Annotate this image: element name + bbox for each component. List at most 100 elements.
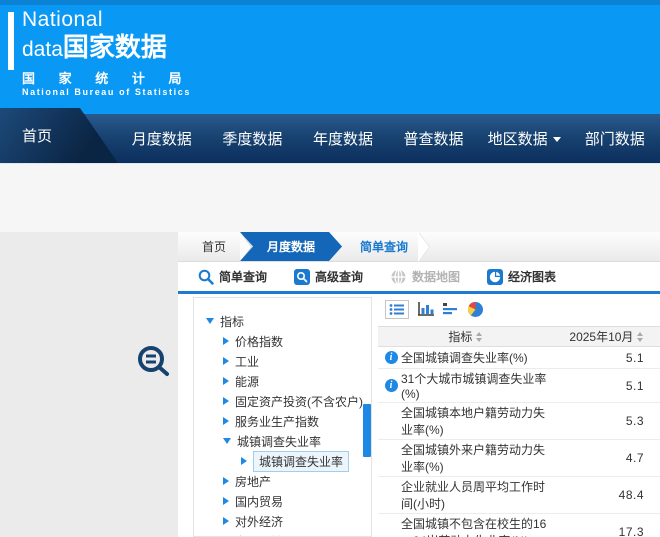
info-icon[interactable] xyxy=(385,379,398,392)
nav-item-annual[interactable]: 年度数据 xyxy=(298,108,389,163)
tool-label: 简单查询 xyxy=(219,268,267,285)
tree-item-label: 交通运输 xyxy=(235,533,283,537)
tree-item-foreign-economy[interactable]: 对外经济 xyxy=(194,511,371,531)
toolbar-underline xyxy=(178,291,660,294)
triangle-right-icon[interactable] xyxy=(223,517,229,525)
breadcrumb-simple-query[interactable]: 简单查询 xyxy=(360,232,408,261)
tree-item-label: 房地产 xyxy=(235,473,271,490)
logo-line-data: data国家数据 xyxy=(22,32,191,67)
triangle-right-icon[interactable] xyxy=(223,397,229,405)
page: National data国家数据 国 家 统 计 局 National Bur… xyxy=(0,0,660,537)
row-label: 全国城镇不包含在校生的16—24岁劳动力失业率(%) xyxy=(401,515,552,537)
tree-item-label: 工业 xyxy=(235,353,259,370)
triangle-right-icon[interactable] xyxy=(223,377,229,385)
sidebar-scrollbar-thumb[interactable] xyxy=(363,404,371,457)
tree-item-label: 指标 xyxy=(220,313,244,330)
nav-item-home[interactable]: 首页 xyxy=(0,108,117,163)
pie-chart-view-icon[interactable] xyxy=(467,301,484,318)
logo-line-cn-bureau: 国 家 统 计 局 xyxy=(22,71,191,86)
table-header-row: 指标 2025年10月 xyxy=(378,327,660,347)
tool-simple-query[interactable]: 简单查询 xyxy=(198,268,267,285)
nav-item-label: 普查数据 xyxy=(404,128,464,149)
table-view-icon[interactable] xyxy=(385,300,409,319)
logo-line-national: National xyxy=(22,8,191,32)
chashu-magnifier-icon xyxy=(136,345,172,379)
nav-item-label: 月度数据 xyxy=(132,128,192,149)
triangle-right-icon[interactable] xyxy=(223,357,229,365)
tree-item-fixed-assets[interactable]: 固定资产投资(不含农户) xyxy=(194,391,371,411)
main-nav: 首页 月度数据 季度数据 年度数据 普查数据 地区数据 部门数据 xyxy=(0,108,660,163)
tree-item-label: 价格指数 xyxy=(235,333,283,350)
nav-item-census[interactable]: 普查数据 xyxy=(388,108,479,163)
tree-item-urban-unemployment-child[interactable]: 城镇调查失业率 xyxy=(194,451,371,471)
line-list-view-icon[interactable] xyxy=(443,302,459,316)
tree-item-transport[interactable]: 交通运输 xyxy=(194,531,371,537)
indicator-tree: 指标 价格指数 工业 能源 固定资产投资(不含农户) 服务业生产指数 城镇调查失… xyxy=(194,298,371,537)
tree-item-price-index[interactable]: 价格指数 xyxy=(194,331,371,351)
triangle-right-icon[interactable] xyxy=(223,497,229,505)
tree-item-services-index[interactable]: 服务业生产指数 xyxy=(194,411,371,431)
tool-label: 经济图表 xyxy=(508,268,556,285)
table-row: 31个大城市城镇调查失业率(%) 5.1 xyxy=(378,369,660,403)
table-row: 全国城镇调查失业率(%) 5.1 xyxy=(378,347,660,369)
info-icon[interactable] xyxy=(385,351,398,364)
table-header-indicator[interactable]: 指标 xyxy=(378,327,553,347)
logo-accent-bar xyxy=(8,12,14,70)
row-label: 全国城镇调查失业率(%) xyxy=(401,349,528,366)
nav-item-regional[interactable]: 地区数据 xyxy=(479,108,570,163)
nav-item-label: 部门数据 xyxy=(585,128,645,149)
content-panel: 首页 月度数据 简单查询 简单查询 高级查询 xyxy=(178,232,660,537)
tree-item-industry[interactable]: 工业 xyxy=(194,351,371,371)
pie-chart-icon xyxy=(487,269,503,285)
header-label: 2025年10月 xyxy=(569,328,633,345)
tool-advanced-query[interactable]: 高级查询 xyxy=(294,268,363,285)
tree-item-urban-unemployment[interactable]: 城镇调查失业率 xyxy=(194,431,371,451)
tool-data-map[interactable]: 数据地图 xyxy=(390,268,460,285)
tool-label: 高级查询 xyxy=(315,268,363,285)
nav-item-monthly[interactable]: 月度数据 xyxy=(117,108,208,163)
tool-label: 数据地图 xyxy=(412,268,460,285)
sort-icon[interactable] xyxy=(476,332,482,342)
breadcrumb-arrow-icon xyxy=(418,232,429,262)
row-label: 全国城镇本地户籍劳动力失业率(%) xyxy=(401,404,552,438)
breadcrumb-monthly-data[interactable]: 月度数据 xyxy=(240,232,342,261)
map-icon xyxy=(390,269,407,285)
row-value: 17.3 xyxy=(553,514,660,537)
tree-item-label: 国内贸易 xyxy=(235,493,283,510)
nav-item-label: 年度数据 xyxy=(313,128,373,149)
tree-item-energy[interactable]: 能源 xyxy=(194,371,371,391)
sort-icon[interactable] xyxy=(637,332,643,342)
nav-item-quarterly[interactable]: 季度数据 xyxy=(207,108,298,163)
search-icon xyxy=(198,269,214,285)
triangle-right-icon[interactable] xyxy=(223,417,229,425)
table-row: 全国城镇外来户籍劳动力失业率(%) 4.7 xyxy=(378,440,660,477)
tree-item-label: 固定资产投资(不含农户) xyxy=(235,393,363,410)
header-top-strip xyxy=(0,0,660,5)
chevron-down-icon xyxy=(553,137,561,142)
tree-item-label: 服务业生产指数 xyxy=(235,413,319,430)
triangle-down-icon[interactable] xyxy=(206,318,214,324)
nav-item-label: 首页 xyxy=(22,125,52,146)
triangle-right-icon[interactable] xyxy=(223,337,229,345)
bar-chart-view-icon[interactable] xyxy=(417,301,435,317)
breadcrumb-home[interactable]: 首页 xyxy=(202,232,240,261)
row-value: 5.1 xyxy=(553,369,660,403)
nav-items: 首页 月度数据 季度数据 年度数据 普查数据 地区数据 部门数据 xyxy=(0,108,660,163)
tree-item-domestic-trade[interactable]: 国内贸易 xyxy=(194,491,371,511)
row-label: 31个大城市城镇调查失业率(%) xyxy=(401,370,552,401)
triangle-down-icon[interactable] xyxy=(223,438,231,444)
triangle-right-icon[interactable] xyxy=(241,457,247,465)
tree-item-label: 能源 xyxy=(235,373,259,390)
row-value: 5.1 xyxy=(553,347,660,369)
data-table-area: 指标 2025年10月 全国城镇调查失业率(%) 5.1 31个大城市城镇调查失… xyxy=(378,295,660,537)
tree-item-indicators[interactable]: 指标 xyxy=(194,311,371,331)
site-logo[interactable]: National data国家数据 国 家 统 计 局 National Bur… xyxy=(22,8,191,98)
nav-item-label: 地区数据 xyxy=(488,128,548,149)
table-header-period[interactable]: 2025年10月 xyxy=(553,327,660,347)
triangle-right-icon[interactable] xyxy=(223,477,229,485)
query-toolbar: 简单查询 高级查询 数据地图 xyxy=(178,262,660,291)
tree-item-real-estate[interactable]: 房地产 xyxy=(194,471,371,491)
nav-item-departmental[interactable]: 部门数据 xyxy=(569,108,660,163)
row-label: 企业就业人员周平均工作时间(小时) xyxy=(401,478,552,512)
tool-economic-charts[interactable]: 经济图表 xyxy=(487,268,556,285)
